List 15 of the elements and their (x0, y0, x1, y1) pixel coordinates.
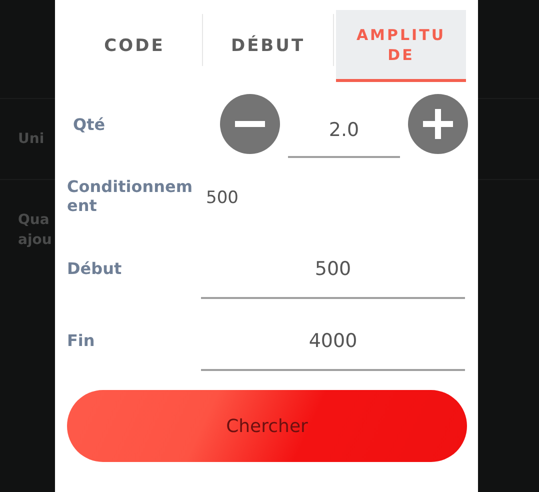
quantity-field[interactable]: 2.0 (288, 104, 400, 158)
background-text: Uni (18, 130, 44, 149)
field-label: Qté (73, 114, 106, 134)
input-field[interactable]: 4000 (201, 313, 465, 371)
background-text: ajou (18, 231, 52, 250)
plus-icon[interactable] (408, 94, 468, 154)
background-text: Qua (18, 211, 50, 230)
minus-icon[interactable] (220, 94, 280, 154)
tab[interactable]: CODE (67, 10, 202, 82)
tab[interactable]: DÉBUT (203, 10, 333, 82)
field-label: Début (67, 258, 123, 278)
field-label: Conditionnement (67, 177, 194, 215)
field-label: Fin (67, 330, 96, 350)
field-value: 500 (206, 188, 238, 208)
input-field[interactable]: 500 (201, 241, 465, 299)
